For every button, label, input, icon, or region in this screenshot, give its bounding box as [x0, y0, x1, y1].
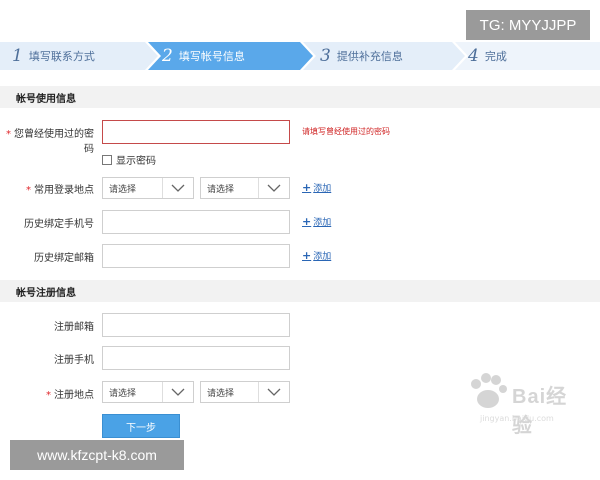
login-city-select[interactable]: 请选择	[200, 177, 290, 199]
add-link-label: 添加	[313, 252, 332, 262]
add-login-location-link[interactable]: + 添加	[302, 181, 331, 194]
add-bound-phone-link[interactable]: + 添加	[302, 215, 331, 228]
select-placeholder: 请选择	[109, 389, 137, 399]
add-link-label: 添加	[313, 218, 332, 228]
section-title-usage: 帐号使用信息	[16, 94, 76, 105]
login-location-label-text: 常用登录地点	[34, 185, 94, 196]
next-step-button[interactable]: 下一步	[102, 414, 180, 438]
bound-email-input[interactable]	[102, 244, 290, 268]
reg-province-select[interactable]: 请选择	[102, 381, 194, 403]
bound-phone-label: 历史绑定手机号	[24, 219, 94, 230]
login-province-select[interactable]: 请选择	[102, 177, 194, 199]
show-password-checkbox[interactable]	[102, 154, 112, 165]
required-marker: *	[6, 129, 11, 140]
show-password-toggle[interactable]: 显示密码	[102, 152, 156, 167]
plus-icon: +	[302, 249, 312, 262]
plus-icon: +	[302, 215, 312, 228]
section-title-registration: 帐号注册信息	[16, 288, 76, 299]
paw-icon	[471, 373, 507, 408]
baidu-watermark-url: jingyan.baidu.com	[480, 414, 554, 423]
reg-email-input[interactable]	[102, 313, 290, 337]
step-progress-bar: 1 填写联系方式 2 填写帐号信息 3 提供补充信息 4 完成	[0, 42, 600, 70]
select-divider	[162, 382, 163, 402]
step-3-number: 3	[320, 46, 331, 66]
chevron-down-icon	[171, 388, 185, 396]
step-1: 1 填写联系方式	[12, 42, 95, 70]
select-placeholder: 请选择	[207, 185, 235, 195]
chevron-down-icon	[267, 388, 281, 396]
used-password-label-text: 您曾经使用过的密码	[14, 129, 94, 155]
used-password-input[interactable]	[102, 120, 290, 144]
step-2: 2 填写帐号信息	[162, 42, 245, 70]
select-placeholder: 请选择	[109, 185, 137, 195]
baidu-logo-text: Bai经验	[512, 386, 568, 437]
chevron-down-icon	[267, 184, 281, 192]
reg-city-select[interactable]: 请选择	[200, 381, 290, 403]
required-marker: *	[26, 185, 31, 196]
reg-phone-label: 注册手机	[54, 355, 94, 366]
bound-phone-input[interactable]	[102, 210, 290, 234]
baidu-jingyan-watermark: Bai经验 jingyan.baidu.com	[466, 372, 584, 437]
chevron-down-icon	[171, 184, 185, 192]
reg-phone-input[interactable]	[102, 346, 290, 370]
tg-watermark-badge: TG: MYYJJPP	[466, 10, 590, 40]
step-2-label: 填写帐号信息	[178, 50, 245, 63]
plus-icon: +	[302, 181, 312, 194]
reg-location-label-text: 注册地点	[54, 390, 94, 401]
select-divider	[258, 382, 259, 402]
step-3-label: 提供补充信息	[336, 50, 403, 63]
login-location-label: * 常用登录地点	[0, 181, 94, 196]
select-divider	[258, 178, 259, 198]
step-3: 3 提供补充信息	[320, 42, 403, 70]
section-header-usage: 帐号使用信息	[0, 86, 600, 108]
add-bound-email-link[interactable]: + 添加	[302, 249, 331, 262]
show-password-label: 显示密码	[116, 156, 156, 167]
required-marker: *	[46, 390, 51, 401]
add-link-label: 添加	[313, 184, 332, 194]
select-placeholder: 请选择	[207, 389, 235, 399]
used-password-label: * 您曾经使用过的密码	[0, 125, 94, 155]
select-divider	[162, 178, 163, 198]
used-password-error: 请填写曾经使用过的密码	[302, 127, 390, 136]
step-2-number: 2	[162, 46, 173, 66]
reg-email-label: 注册邮箱	[54, 322, 94, 333]
step-4-number: 4	[468, 46, 479, 66]
bound-email-label: 历史绑定邮箱	[34, 253, 94, 264]
step-1-number: 1	[12, 46, 23, 66]
section-header-registration: 帐号注册信息	[0, 280, 600, 302]
step-4: 4 完成	[468, 42, 507, 70]
step-4-label: 完成	[484, 50, 507, 63]
step-1-label: 填写联系方式	[28, 50, 95, 63]
reg-location-label: * 注册地点	[0, 386, 94, 401]
url-watermark-badge: www.kfzcpt-k8.com	[10, 440, 184, 470]
